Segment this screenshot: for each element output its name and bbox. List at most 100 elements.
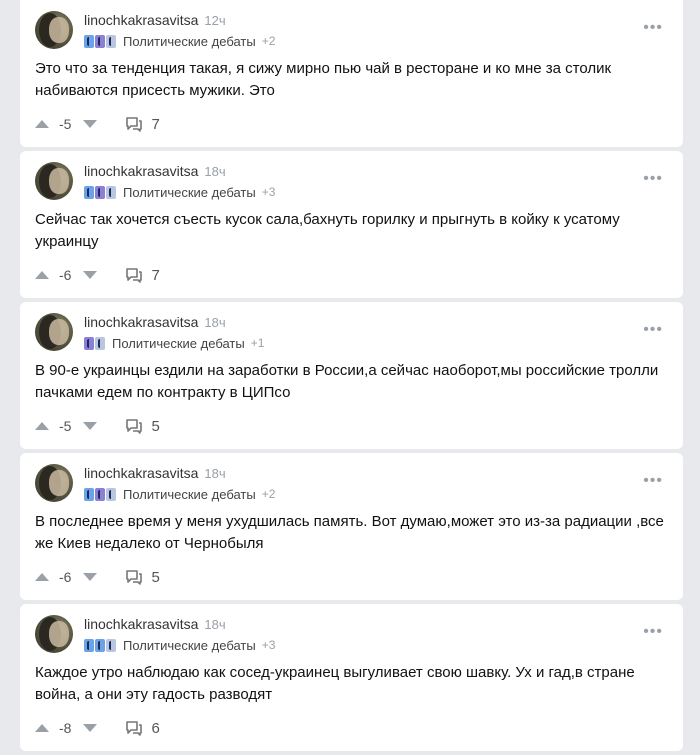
comment-count: 6: [151, 719, 160, 737]
username-link[interactable]: linochkakrasavitsa: [84, 314, 198, 330]
extra-badges-count[interactable]: +1: [251, 336, 265, 350]
comments-button[interactable]: 5: [125, 568, 160, 586]
more-options-icon[interactable]: •••: [643, 624, 663, 640]
extra-badges-count[interactable]: +2: [262, 487, 276, 501]
comment-count: 5: [151, 417, 160, 435]
post-actions: -5 7: [35, 114, 160, 134]
award-icon[interactable]: [84, 34, 94, 48]
username-link[interactable]: linochkakrasavitsa: [84, 465, 198, 481]
post-actions: -5 5: [35, 416, 160, 436]
award-icon[interactable]: [84, 185, 94, 199]
badges-row: Политические дебаты +3: [84, 184, 275, 200]
comments-button[interactable]: 7: [125, 266, 160, 284]
avatar[interactable]: [35, 615, 73, 653]
username-line: linochkakrasavitsa 18ч: [84, 465, 226, 481]
downvote-icon[interactable]: [83, 120, 98, 128]
comments-icon: [126, 721, 143, 736]
award-icon[interactable]: [95, 487, 105, 501]
post-text: В 90-е украинцы ездили на заработки в Ро…: [35, 362, 659, 401]
username-line: linochkakrasavitsa 12ч: [84, 12, 226, 28]
community-link[interactable]: Политические дебаты: [123, 185, 256, 200]
post-time[interactable]: 18ч: [204, 617, 225, 632]
comment-count: 7: [151, 266, 160, 284]
downvote-icon[interactable]: [83, 573, 98, 581]
upvote-icon[interactable]: [35, 422, 49, 430]
post-card: linochkakrasavitsa 18ч Политические дебат…: [20, 151, 683, 298]
comments-button[interactable]: 7: [125, 115, 160, 133]
award-icon[interactable]: [95, 638, 105, 652]
community-link[interactable]: Политические дебаты: [112, 336, 245, 351]
post-actions: -6 7: [35, 265, 160, 285]
upvote-icon[interactable]: [35, 724, 49, 732]
post-card: linochkakrasavitsa 18ч Политические дебат…: [20, 604, 683, 751]
post-time[interactable]: 18ч: [204, 315, 225, 330]
comments-button[interactable]: 5: [125, 417, 160, 435]
post-time[interactable]: 18ч: [204, 164, 225, 179]
badges-row: Политические дебаты +2: [84, 33, 275, 49]
post-text: В последнее время у меня ухудшилась памя…: [35, 513, 664, 552]
post-card: linochkakrasavitsa 18ч Политические дебат…: [20, 453, 683, 600]
community-link[interactable]: Политические дебаты: [123, 34, 256, 49]
post-score: -5: [59, 116, 72, 132]
award-icon[interactable]: [84, 638, 94, 652]
post-score: -6: [59, 267, 72, 283]
username-link[interactable]: linochkakrasavitsa: [84, 12, 198, 28]
username-link[interactable]: linochkakrasavitsa: [84, 163, 198, 179]
more-options-icon[interactable]: •••: [643, 20, 663, 36]
award-icon[interactable]: [106, 487, 116, 501]
post-card: linochkakrasavitsa 12ч Политические дебат…: [20, 0, 683, 147]
avatar[interactable]: [35, 162, 73, 200]
upvote-icon[interactable]: [35, 271, 49, 279]
upvote-icon[interactable]: [35, 120, 49, 128]
downvote-icon[interactable]: [83, 271, 98, 279]
badges-row: Политические дебаты +3: [84, 637, 275, 653]
extra-badges-count[interactable]: +2: [262, 34, 276, 48]
post-score: -6: [59, 569, 72, 585]
post-text: Сейчас так хочется съесть кусок сала,бах…: [35, 211, 620, 250]
comments-icon: [126, 268, 143, 283]
badges-row: Политические дебаты +1: [84, 335, 264, 351]
more-options-icon[interactable]: •••: [643, 322, 663, 338]
comments-button[interactable]: 6: [125, 719, 160, 737]
downvote-icon[interactable]: [83, 724, 98, 732]
post-actions: -6 5: [35, 567, 160, 587]
comments-icon: [126, 570, 143, 585]
post-text: Каждое утро наблюдаю как сосед-украинец …: [35, 664, 635, 703]
username-link[interactable]: linochkakrasavitsa: [84, 616, 198, 632]
extra-badges-count[interactable]: +3: [262, 638, 276, 652]
badges-row: Политические дебаты +2: [84, 486, 275, 502]
post-card: linochkakrasavitsa 18ч Политические дебат…: [20, 302, 683, 449]
more-options-icon[interactable]: •••: [643, 473, 663, 489]
award-icon[interactable]: [106, 34, 116, 48]
post-time[interactable]: 18ч: [204, 466, 225, 481]
avatar[interactable]: [35, 11, 73, 49]
comment-count: 5: [151, 568, 160, 586]
award-icon[interactable]: [106, 185, 116, 199]
username-line: linochkakrasavitsa 18ч: [84, 616, 226, 632]
comment-feed: linochkakrasavitsa 12ч Политические дебат…: [20, 0, 683, 755]
post-time[interactable]: 12ч: [204, 13, 225, 28]
post-score: -5: [59, 418, 72, 434]
avatar[interactable]: [35, 464, 73, 502]
extra-badges-count[interactable]: +3: [262, 185, 276, 199]
post-score: -8: [59, 720, 72, 736]
award-icon[interactable]: [84, 336, 94, 350]
avatar[interactable]: [35, 313, 73, 351]
post-text: Это что за тенденция такая, я сижу мирно…: [35, 60, 612, 99]
comment-count: 7: [151, 115, 160, 133]
community-link[interactable]: Политические дебаты: [123, 638, 256, 653]
username-line: linochkakrasavitsa 18ч: [84, 163, 226, 179]
award-icon[interactable]: [84, 487, 94, 501]
award-icon[interactable]: [95, 34, 105, 48]
post-actions: -8 6: [35, 718, 160, 738]
username-line: linochkakrasavitsa 18ч: [84, 314, 226, 330]
more-options-icon[interactable]: •••: [643, 171, 663, 187]
comments-icon: [126, 419, 143, 434]
community-link[interactable]: Политические дебаты: [123, 487, 256, 502]
comments-icon: [126, 117, 143, 132]
award-icon[interactable]: [95, 185, 105, 199]
award-icon[interactable]: [95, 336, 105, 350]
award-icon[interactable]: [106, 638, 116, 652]
upvote-icon[interactable]: [35, 573, 49, 581]
downvote-icon[interactable]: [83, 422, 98, 430]
